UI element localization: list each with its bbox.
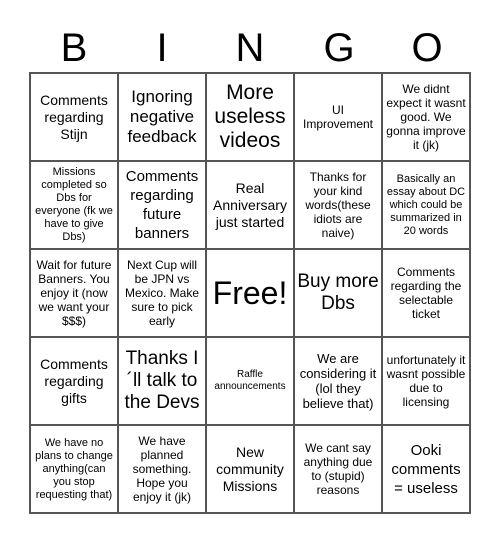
- header-letter-i: I: [156, 26, 168, 70]
- bingo-cell[interactable]: Next Cup will be JPN vs Mexico. Make sur…: [118, 249, 206, 337]
- header-letter-g: G: [323, 26, 355, 70]
- bingo-cell[interactable]: Raffle announcements: [206, 337, 294, 425]
- bingo-cell[interactable]: Comments regarding gifts: [30, 337, 118, 425]
- bingo-cell[interactable]: We have no plans to change anything(can …: [30, 425, 118, 513]
- bingo-cell[interactable]: More useless videos: [206, 73, 294, 161]
- bingo-cell[interactable]: Real Anniversary just started: [206, 161, 294, 249]
- bingo-grid: Comments regarding Stijn Ignoring negati…: [29, 72, 471, 514]
- bingo-cell[interactable]: Wait for future Banners. You enjoy it (n…: [30, 249, 118, 337]
- bingo-cell[interactable]: Buy more Dbs: [294, 249, 382, 337]
- bingo-cell[interactable]: We cant say anything due to (stupid) rea…: [294, 425, 382, 513]
- bingo-header: B I N G O: [30, 20, 471, 72]
- bingo-cell[interactable]: Comments regarding the selectable ticket: [382, 249, 470, 337]
- bingo-cell[interactable]: Thanks for your kind words(these idiots …: [294, 161, 382, 249]
- bingo-cell[interactable]: We didnt expect it wasnt good. We gonna …: [382, 73, 470, 161]
- bingo-cell[interactable]: We have planned something. Hope you enjo…: [118, 425, 206, 513]
- bingo-cell[interactable]: Missions completed so Dbs for everyone (…: [30, 161, 118, 249]
- header-letter-o: O: [411, 26, 443, 70]
- bingo-cell[interactable]: Comments regarding Stijn: [30, 73, 118, 161]
- bingo-cell[interactable]: Basically an essay about DC which could …: [382, 161, 470, 249]
- bingo-cell[interactable]: New community Missions: [206, 425, 294, 513]
- bingo-cell[interactable]: Ooki comments = useless: [382, 425, 470, 513]
- header-letter-b: B: [60, 26, 88, 70]
- bingo-cell[interactable]: Comments regarding future banners: [118, 161, 206, 249]
- bingo-cell[interactable]: unfortunately it wasnt possible due to l…: [382, 337, 470, 425]
- header-letter-n: N: [235, 26, 265, 70]
- bingo-cell[interactable]: Thanks I ´ll talk to the Devs: [118, 337, 206, 425]
- bingo-cell[interactable]: Ignoring negative feedback: [118, 73, 206, 161]
- bingo-cell[interactable]: We are considering it (lol they believe …: [294, 337, 382, 425]
- free-space[interactable]: Free!: [206, 249, 294, 337]
- bingo-cell[interactable]: UI Improvement: [294, 73, 382, 161]
